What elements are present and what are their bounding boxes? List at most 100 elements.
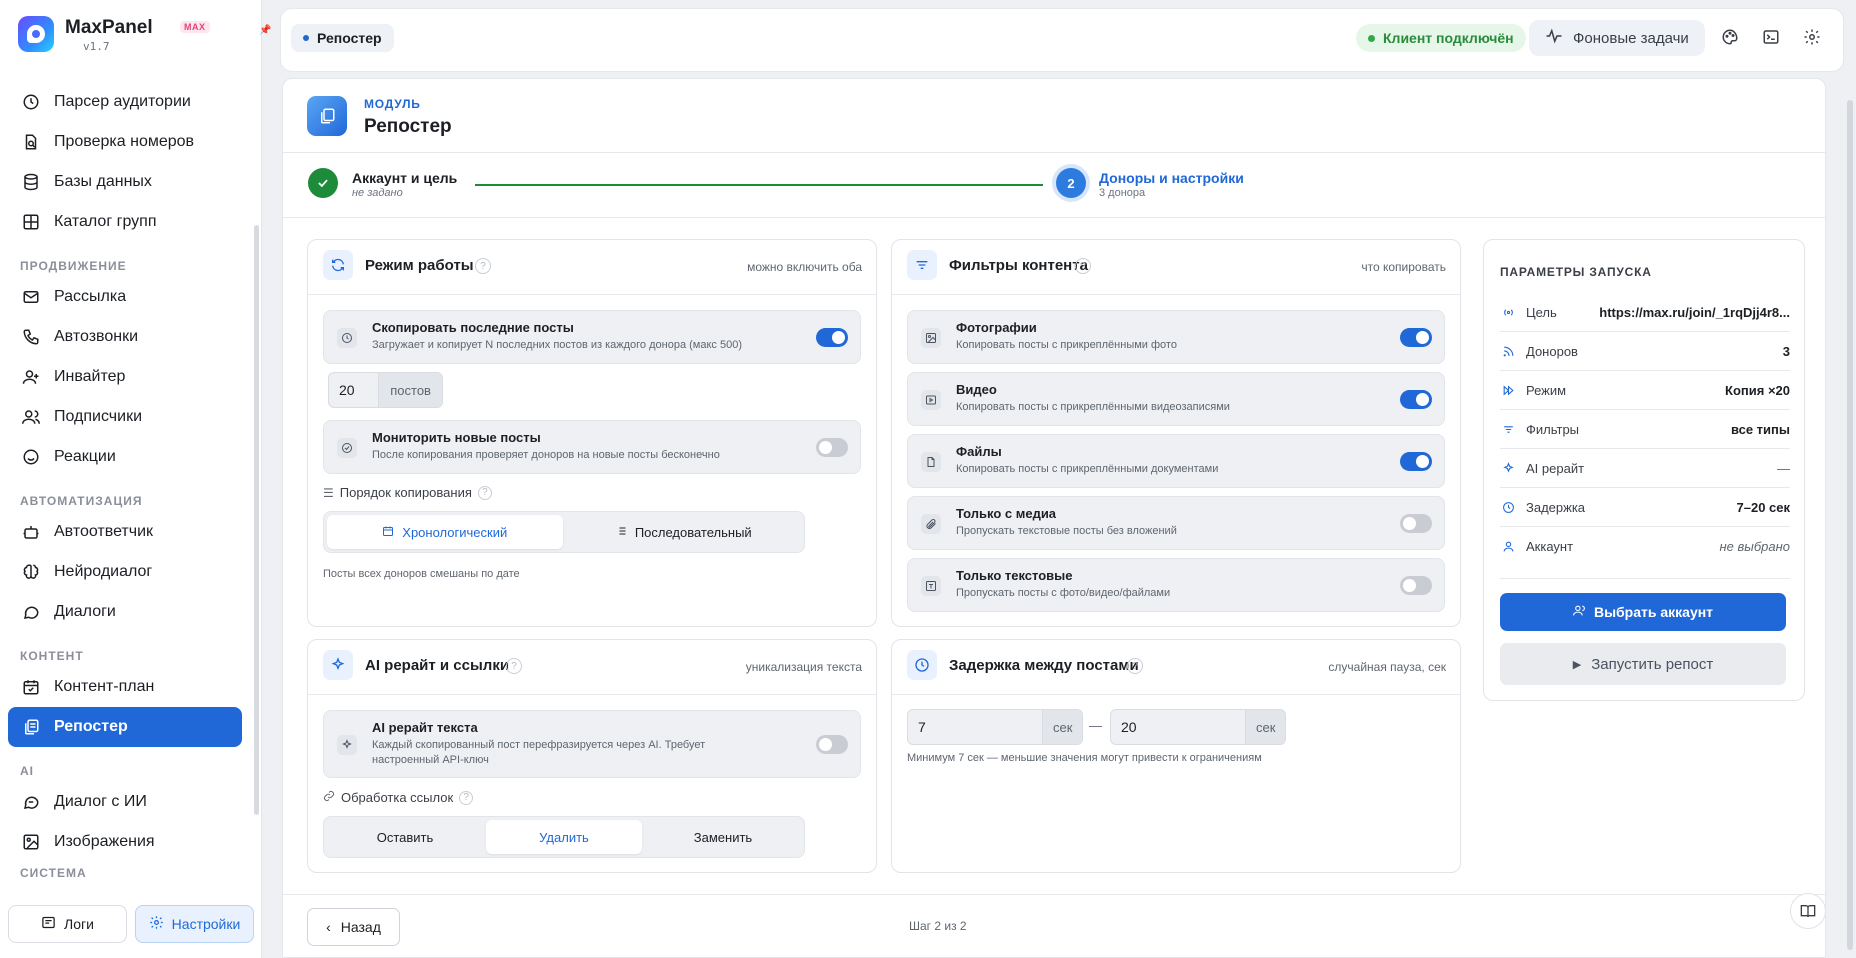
gear-icon xyxy=(149,915,164,933)
select-account-button[interactable]: Выбрать аккаунт xyxy=(1500,593,1786,631)
calendar-icon xyxy=(382,525,394,540)
step1-check-icon[interactable] xyxy=(308,168,338,198)
list-icon xyxy=(615,525,627,540)
monitor-row[interactable]: Мониторить новые посты После копирования… xyxy=(323,420,861,474)
help-icon[interactable]: ? xyxy=(475,258,491,274)
palette-icon[interactable] xyxy=(1721,28,1741,48)
sidebar-item-autocalls[interactable]: Автозвонки xyxy=(8,317,242,357)
filter-subtitle: Пропускать посты с фото/видео/файлами xyxy=(956,587,1171,599)
delay-max-value[interactable]: 20 xyxy=(1111,710,1245,744)
help-icon[interactable]: ? xyxy=(477,485,492,500)
book-icon[interactable] xyxy=(1790,893,1826,929)
step2-title[interactable]: Доноры и настройки xyxy=(1099,170,1244,186)
ai-rewrite-toggle[interactable] xyxy=(816,735,848,754)
filter-title: Только с медиа xyxy=(956,506,1057,521)
copy-last-toggle[interactable] xyxy=(816,328,848,347)
filter-row-files[interactable]: Файлы Копировать посты с прикреплёнными … xyxy=(907,434,1445,488)
logs-button[interactable]: Логи xyxy=(8,905,127,943)
order-option-label: Хронологический xyxy=(402,524,508,540)
post-count-value[interactable]: 20 xyxy=(329,373,378,407)
links-label: Обработка ссылок ? xyxy=(323,790,474,805)
monitor-subtitle: После копирования проверяет доноров на н… xyxy=(372,449,720,461)
settings-button[interactable]: Настройки xyxy=(135,905,254,943)
help-icon[interactable]: ? xyxy=(506,658,522,674)
links-option-keep[interactable]: Оставить xyxy=(327,820,483,854)
video-icon xyxy=(921,390,941,410)
sidebar-item-label: Реакции xyxy=(54,448,116,465)
filter-row-media-only[interactable]: Только с медиа Пропускать текстовые пост… xyxy=(907,496,1445,550)
filter-toggle-photos[interactable] xyxy=(1400,328,1432,347)
pin-icon[interactable]: 📌 xyxy=(259,25,271,36)
ai-panel-title: AI рерайт и ссылки xyxy=(365,657,510,674)
sidebar-item-label: Рассылка xyxy=(54,288,127,305)
sidebar-item-ai-chat[interactable]: Диалог с ИИ xyxy=(8,782,242,822)
sidebar-item-label: Репостер xyxy=(54,718,128,735)
monitor-toggle[interactable] xyxy=(816,438,848,457)
gear-icon[interactable] xyxy=(1803,28,1823,48)
sidebar-item-databases[interactable]: Базы данных xyxy=(8,162,242,202)
sidebar-item-number-check[interactable]: Проверка номеров xyxy=(8,122,242,162)
sidebar-item-reposter[interactable]: Репостер xyxy=(8,707,242,747)
help-icon[interactable]: ? xyxy=(1075,258,1091,274)
sidebar-item-autoresponder[interactable]: Автоответчик xyxy=(8,512,242,552)
help-icon[interactable]: ? xyxy=(459,790,474,805)
order-option-chronological[interactable]: Хронологический xyxy=(327,515,563,549)
filter-row-text-only[interactable]: Только текстовые Пропускать посты с фото… xyxy=(907,558,1445,612)
sparkle-icon xyxy=(323,650,353,680)
breadcrumb-label: Репостер xyxy=(317,30,382,46)
order-label-text: Порядок копирования xyxy=(339,485,472,500)
links-option-replace[interactable]: Заменить xyxy=(645,820,801,854)
sidebar-item-inviter[interactable]: Инвайтер xyxy=(8,357,242,397)
top-bar: Репостер Клиент подключён Фоновые задачи xyxy=(280,8,1844,72)
sidebar-item-neurodialog[interactable]: Нейродиалог xyxy=(8,552,242,592)
main-scrollbar[interactable] xyxy=(1847,100,1853,950)
filter-toggle-files[interactable] xyxy=(1400,452,1432,471)
sidebar-item-group-catalog[interactable]: Каталог групп xyxy=(8,202,242,242)
sidebar-item-images[interactable]: Изображения xyxy=(8,822,242,862)
param-row-mode: Режим Копия ×20 xyxy=(1500,371,1790,410)
sidebar-item-mailing[interactable]: Рассылка xyxy=(8,277,242,317)
sidebar-scrollbar[interactable] xyxy=(254,225,259,815)
order-option-sequential[interactable]: Последовательный xyxy=(566,515,802,549)
logo-icon xyxy=(18,16,54,52)
divider xyxy=(1500,578,1790,579)
image-icon xyxy=(22,833,40,851)
post-count-input[interactable]: 20 постов xyxy=(328,372,443,408)
back-button[interactable]: ‹ Назад xyxy=(307,908,400,946)
filter-toggle-video[interactable] xyxy=(1400,390,1432,409)
filter-row-photos[interactable]: Фотографии Копировать посты с прикреплён… xyxy=(907,310,1445,364)
sidebar-item-label: Автозвонки xyxy=(54,328,139,345)
sidebar-item-audience-parser[interactable]: Парсер аудитории xyxy=(8,82,242,122)
play-icon: ▶ xyxy=(1572,658,1582,671)
links-option-delete[interactable]: Удалить xyxy=(486,820,642,854)
delay-min-value[interactable]: 7 xyxy=(908,710,1042,744)
sidebar-item-subscribers[interactable]: Подписчики xyxy=(8,397,242,437)
delay-max-input[interactable]: 20 сек xyxy=(1110,709,1286,745)
status-dot xyxy=(1368,34,1375,42)
param-value: все типы xyxy=(1730,421,1790,437)
ai-rewrite-row[interactable]: AI рерайт текста Каждый скопированный по… xyxy=(323,710,861,778)
sparkle-icon xyxy=(1500,460,1516,476)
clock-icon xyxy=(907,650,937,680)
sparkle-icon xyxy=(337,735,357,755)
filter-toggle-text-only[interactable] xyxy=(1400,576,1432,595)
logs-label: Логи xyxy=(64,916,94,932)
help-icon[interactable]: ? xyxy=(1127,658,1143,674)
sidebar-item-dialogs[interactable]: Диалоги xyxy=(8,592,242,632)
users-icon xyxy=(1572,604,1586,620)
step1-title[interactable]: Аккаунт и цель xyxy=(352,170,457,186)
terminal-icon[interactable] xyxy=(1762,28,1782,48)
sidebar-item-reactions[interactable]: Реакции xyxy=(8,437,242,477)
sidebar-item-label: Автоответчик xyxy=(54,523,154,540)
sidebar-section-content: КОНТЕНТ xyxy=(20,649,84,663)
start-repost-button[interactable]: ▶ Запустить репост xyxy=(1500,643,1786,685)
copy-last-row[interactable]: Скопировать последние посты Загружает и … xyxy=(323,310,861,364)
step2-number[interactable]: 2 xyxy=(1056,168,1086,198)
filter-toggle-media-only[interactable] xyxy=(1400,514,1432,533)
delay-min-input[interactable]: 7 сек xyxy=(907,709,1083,745)
sidebar-item-content-plan[interactable]: Контент-план xyxy=(8,667,242,707)
background-tasks-button[interactable]: Фоновые задачи xyxy=(1529,20,1705,56)
divider xyxy=(283,894,1827,895)
filter-row-video[interactable]: Видео Копировать посты с прикреплёнными … xyxy=(907,372,1445,426)
ai-panel: AI рерайт и ссылки ? уникализация текста… xyxy=(307,639,877,873)
